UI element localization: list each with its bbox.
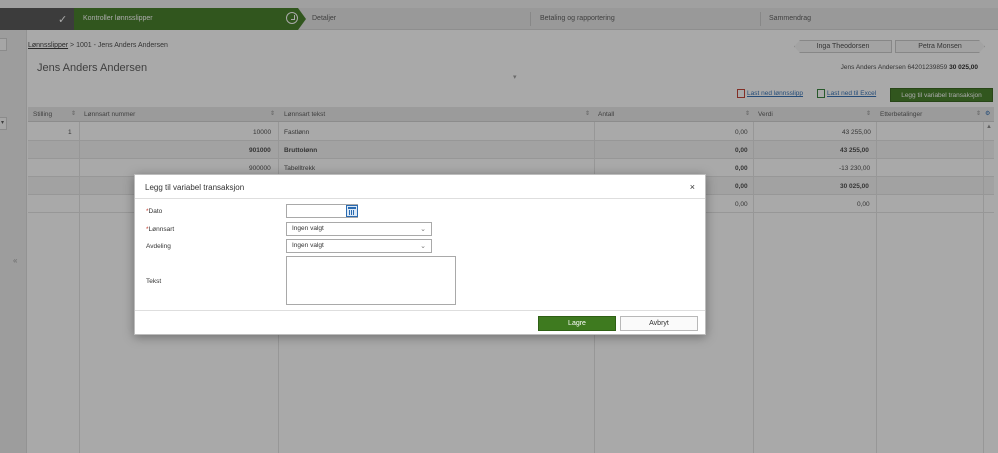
avdeling-selected-value: Ingen valgt: [292, 242, 324, 249]
cancel-button[interactable]: Avbryt: [620, 316, 698, 331]
dato-label-text: Dato: [148, 208, 163, 215]
avdeling-label: Avdeling: [146, 243, 171, 250]
avdeling-select[interactable]: Ingen valgt ⌄: [286, 239, 432, 253]
lonnsart-label-text: Lønnsart: [148, 226, 175, 233]
calendar-icon[interactable]: [346, 205, 358, 217]
lonnsart-select[interactable]: Ingen valgt ⌄: [286, 222, 432, 236]
close-icon[interactable]: ×: [690, 182, 695, 192]
add-transaction-dialog: Legg til variabel transaksjon × *Dato *L…: [134, 174, 706, 335]
dialog-title: Legg til variabel transaksjon: [145, 183, 245, 192]
dialog-header: Legg til variabel transaksjon ×: [135, 175, 705, 199]
lonnsart-label: *Lønnsart: [146, 226, 174, 233]
tekst-textarea[interactable]: [286, 256, 456, 305]
dato-label: *Dato: [146, 208, 162, 215]
tekst-label: Tekst: [146, 278, 162, 285]
chevron-down-icon: ⌄: [420, 243, 426, 250]
lonnsart-selected-value: Ingen valgt: [292, 225, 324, 232]
dialog-footer-divider: [135, 310, 705, 311]
chevron-down-icon: ⌄: [420, 226, 426, 233]
save-button[interactable]: Lagre: [538, 316, 616, 331]
